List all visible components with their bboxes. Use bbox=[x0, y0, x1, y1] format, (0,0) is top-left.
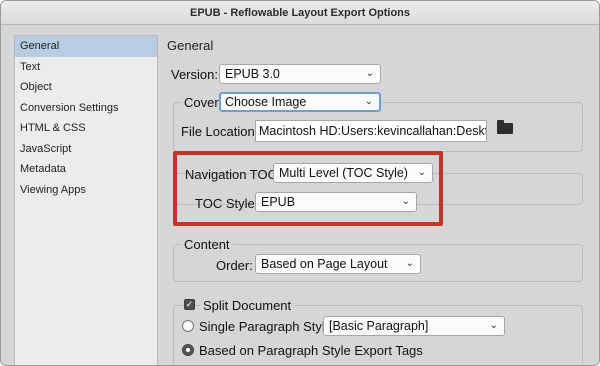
chevron-down-icon: ⌄ bbox=[401, 196, 410, 207]
order-value: Based on Page Layout bbox=[261, 257, 388, 271]
section-title: General bbox=[167, 38, 214, 53]
cover-label: Cover bbox=[181, 95, 222, 110]
toc-style-dropdown[interactable]: EPUB ⌄ bbox=[255, 192, 417, 212]
single-paragraph-style-label: Single Paragraph Style bbox=[199, 319, 332, 334]
sidebar-item-javascript[interactable]: JavaScript bbox=[15, 139, 157, 160]
navigation-toc-label: Navigation TOC bbox=[185, 167, 278, 182]
file-location-field[interactable]: Macintosh HD:Users:kevincallahan:Desktc bbox=[255, 120, 487, 142]
sidebar-item-metadata[interactable]: Metadata bbox=[15, 159, 157, 180]
single-paragraph-style-radio[interactable] bbox=[182, 320, 194, 332]
paragraph-style-value: [Basic Paragraph] bbox=[329, 319, 429, 333]
paragraph-style-dropdown[interactable]: [Basic Paragraph] ⌄ bbox=[323, 316, 505, 336]
cover-value: Choose Image bbox=[225, 95, 307, 109]
sidebar-item-general[interactable]: General bbox=[15, 36, 157, 57]
export-options-dialog: EPUB - Reflowable Layout Export Options … bbox=[0, 0, 600, 366]
order-label: Order: bbox=[216, 258, 253, 273]
navigation-toc-dropdown[interactable]: Multi Level (TOC Style) ⌄ bbox=[273, 163, 433, 183]
sidebar-item-conversion-settings[interactable]: Conversion Settings bbox=[15, 98, 157, 119]
sidebar-item-html-css[interactable]: HTML & CSS bbox=[15, 118, 157, 139]
chevron-down-icon: ⌄ bbox=[364, 96, 373, 107]
folder-icon[interactable] bbox=[497, 120, 513, 134]
split-document-label: Split Document bbox=[200, 298, 295, 313]
toc-style-value: EPUB bbox=[261, 195, 296, 209]
chevron-down-icon: ⌄ bbox=[489, 320, 498, 331]
chevron-down-icon: ⌄ bbox=[405, 258, 414, 269]
window-title: EPUB - Reflowable Layout Export Options bbox=[1, 1, 599, 25]
toc-style-label: TOC Style: bbox=[195, 196, 259, 211]
order-dropdown[interactable]: Based on Page Layout ⌄ bbox=[255, 254, 421, 274]
content-label: Content bbox=[181, 237, 233, 252]
version-label: Version: bbox=[171, 67, 218, 82]
category-sidebar: General Text Object Conversion Settings … bbox=[14, 35, 158, 365]
version-value: EPUB 3.0 bbox=[225, 67, 280, 81]
based-on-tags-radio[interactable] bbox=[182, 344, 194, 356]
navigation-toc-value: Multi Level (TOC Style) bbox=[279, 166, 408, 180]
sidebar-item-object[interactable]: Object bbox=[15, 77, 157, 98]
chevron-down-icon: ⌄ bbox=[417, 167, 426, 178]
based-on-tags-label: Based on Paragraph Style Export Tags bbox=[199, 343, 423, 358]
version-dropdown[interactable]: EPUB 3.0 ⌄ bbox=[219, 64, 381, 84]
chevron-down-icon: ⌄ bbox=[365, 68, 374, 79]
file-location-label: File Location: bbox=[181, 124, 259, 139]
sidebar-item-text[interactable]: Text bbox=[15, 57, 157, 78]
sidebar-item-viewing-apps[interactable]: Viewing Apps bbox=[15, 180, 157, 201]
cover-dropdown[interactable]: Choose Image ⌄ bbox=[219, 92, 381, 112]
split-document-checkbox[interactable]: ✓ bbox=[184, 299, 195, 310]
